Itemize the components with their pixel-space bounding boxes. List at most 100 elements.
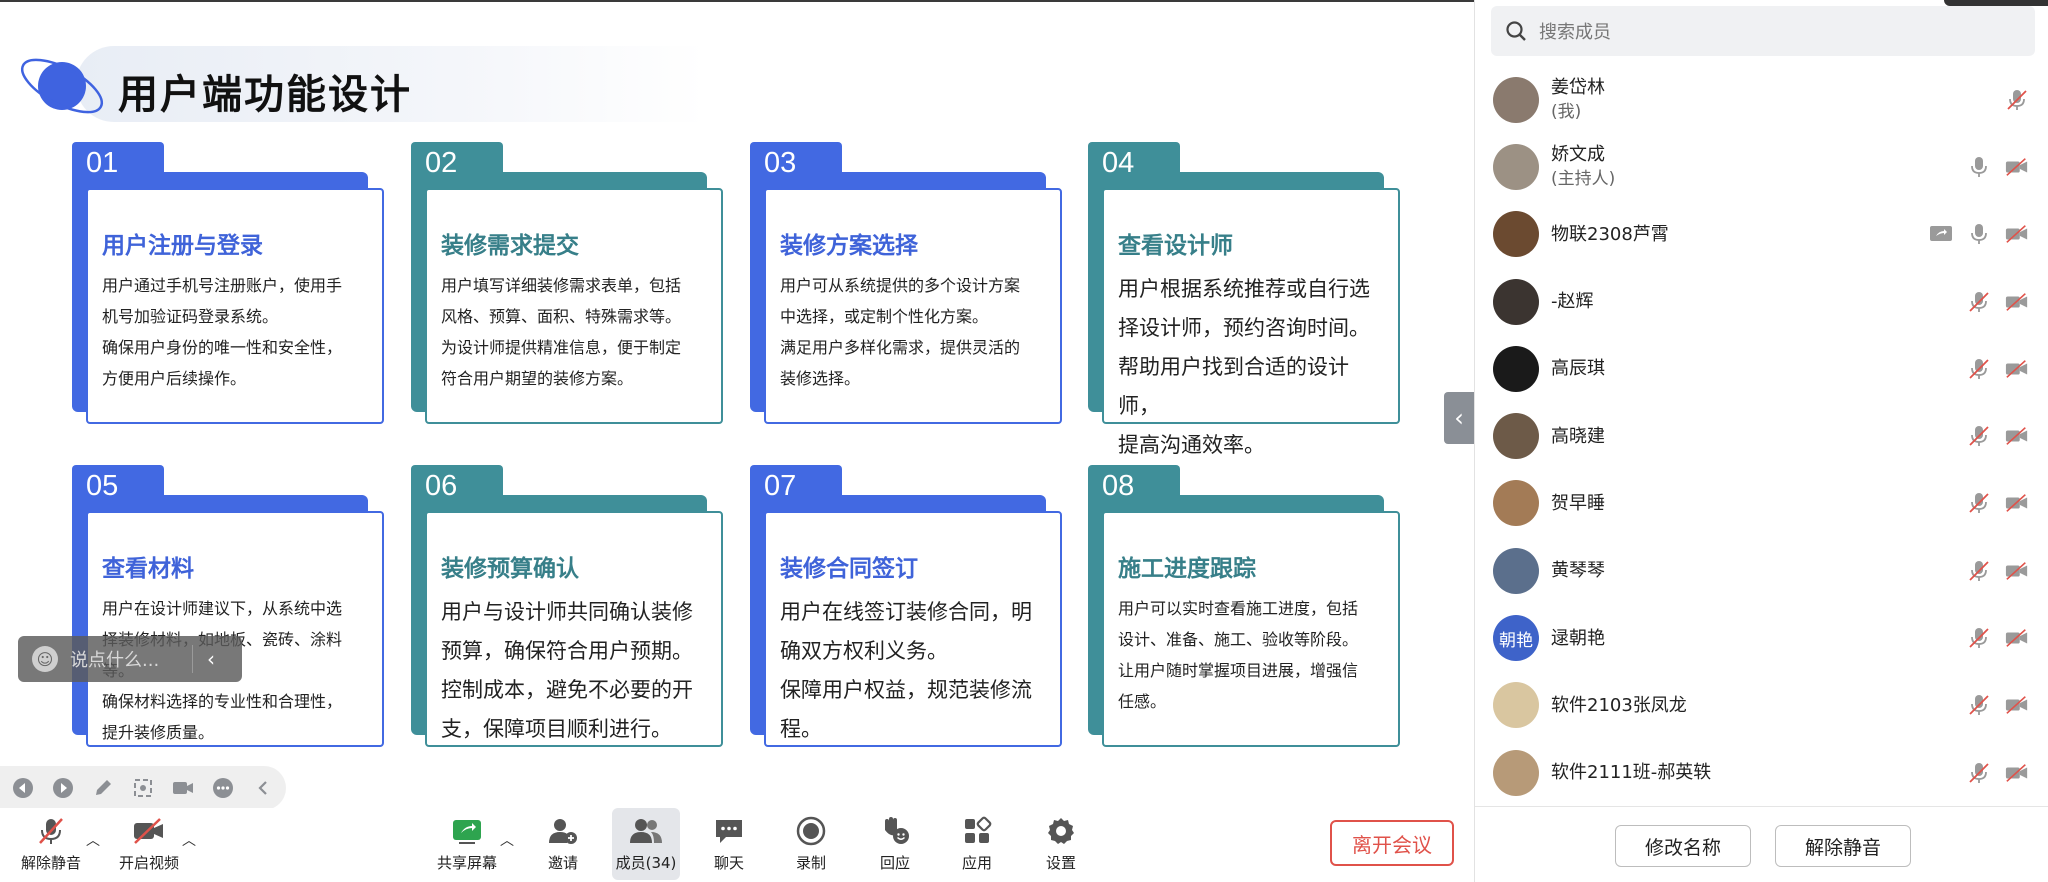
member-row[interactable]: 软件2111班-郝英轶 <box>1475 739 2048 806</box>
floating-chat-input[interactable]: ☺ 说点什么... ‹ <box>18 636 242 682</box>
card-body: 装修需求提交 用户填写详细装修需求表单，包括 风格、预算、面积、特殊需求等。 为设计师… <box>425 188 723 424</box>
video-options-caret[interactable]: ︿ <box>182 830 196 850</box>
camera-off-icon[interactable] <box>2005 424 2029 448</box>
member-role: (主持人) <box>1551 168 1616 189</box>
slide-title-area: 用户端功能设计 <box>14 44 706 124</box>
collapse-toolbar-icon[interactable] <box>250 775 276 801</box>
card-title: 装修需求提交 <box>441 233 579 259</box>
card-text-line: 用户可以实时查看施工进度，包括 <box>1118 599 1359 618</box>
chat-button[interactable]: 聊天 <box>692 808 766 880</box>
divider <box>192 645 193 673</box>
member-row[interactable]: 娇文成 (主持人) <box>1475 133 2048 200</box>
card-text-line: 设计、准备、施工、验收等阶段。 <box>1118 630 1359 649</box>
members-panel: 搜索成员 姜岱林 (我) 娇文成 (主持人) 物联2308芦霄 -赵辉 高辰琪 高晓建 贺早睡黄… <box>1474 0 2048 882</box>
avatar <box>1493 749 1539 796</box>
settings-label: 设置 <box>1045 854 1076 872</box>
member-row[interactable]: 姜岱林 (我) <box>1475 66 2048 133</box>
react-button[interactable]: 回应 <box>858 808 932 880</box>
member-row[interactable]: 物联2308芦霄 <box>1475 201 2048 268</box>
members-label: 成员(34) <box>615 854 677 872</box>
leave-meeting-button[interactable]: 离开会议 <box>1330 820 1454 866</box>
apps-button[interactable]: 应用 <box>940 808 1014 880</box>
meeting-window: 用户端功能设计 01 用户注册与登录 用户通过手机号注册账户，使用手 机号加验证码登录… <box>0 0 2048 882</box>
share-screen-label: 共享屏幕 <box>436 854 497 872</box>
member-name-text: 娇文成 <box>1551 143 1605 165</box>
member-search-input[interactable]: 搜索成员 <box>1491 6 2035 56</box>
member-row[interactable]: 黄琴琴 <box>1475 537 2048 604</box>
camera-off-icon[interactable] <box>2005 357 2029 381</box>
reaction-hand-icon <box>885 817 909 844</box>
camera-off-icon[interactable] <box>2005 491 2029 515</box>
camera-off-icon[interactable] <box>2005 222 2029 246</box>
feature-card: 08 施工进度跟踪 用户可以实时查看施工进度，包括 设计、准备、施工、验收等阶段。 让用… <box>1088 465 1400 747</box>
record-button[interactable]: 录制 <box>774 808 848 880</box>
camera-off-icon[interactable] <box>2005 693 2029 717</box>
card-text: 用户通过手机号注册账户，使用手 机号加验证码登录系统。 确保用户身份的唯一性和安全性… <box>102 270 368 394</box>
unmute-label: 解除静音 <box>20 854 81 872</box>
member-name-text: 姜岱林 <box>1551 76 1605 98</box>
share-screen-button[interactable]: 共享屏幕 <box>430 808 504 880</box>
member-row[interactable]: 高辰琪 <box>1475 335 2048 402</box>
pen-icon[interactable] <box>90 775 116 801</box>
mic-muted-icon[interactable] <box>1967 559 1991 583</box>
settings-button[interactable]: 设置 <box>1024 808 1098 880</box>
card-title: 装修方案选择 <box>780 233 918 259</box>
member-row[interactable]: 高晓建 <box>1475 402 2048 469</box>
member-row[interactable]: -赵辉 <box>1475 268 2048 335</box>
member-status-icons <box>1967 693 2029 717</box>
member-status-icons <box>1967 626 2029 650</box>
card-text: 用户可从系统提供的多个设计方案 中选择，或定制个性化方案。 满足用户多样化需求，提供… <box>780 270 1046 394</box>
card-text-line: 任感。 <box>1118 692 1167 711</box>
more-icon[interactable] <box>210 775 236 801</box>
next-icon[interactable] <box>50 775 76 801</box>
card-text-line: 控制成本，避免不必要的开 <box>441 678 693 702</box>
mic-muted-icon[interactable] <box>1967 357 1991 381</box>
member-name-text: 物联2308芦霄 <box>1551 223 1669 245</box>
camera-icon[interactable] <box>170 775 196 801</box>
camera-off-icon[interactable] <box>2005 626 2029 650</box>
mic-muted-icon[interactable] <box>1967 761 1991 785</box>
camera-off-icon[interactable] <box>2005 155 2029 179</box>
card-text-line: 让用户随时掌握项目进展，增强信 <box>1118 661 1359 680</box>
member-row[interactable]: 软件2103张凤龙 <box>1475 672 2048 739</box>
member-name-text: 黄琴琴 <box>1551 560 1605 582</box>
mic-options-caret[interactable]: ︿ <box>86 830 100 850</box>
camera-off-icon[interactable] <box>2005 761 2029 785</box>
prev-icon[interactable] <box>10 775 36 801</box>
screenshot-icon[interactable] <box>130 775 156 801</box>
mic-muted-icon[interactable] <box>1967 693 1991 717</box>
collapse-panel-button[interactable]: ‹ <box>1444 392 1474 444</box>
chat-placeholder[interactable]: 说点什么... <box>70 646 188 672</box>
member-row[interactable]: 朝艳 逯朝艳 <box>1475 604 2048 671</box>
card-text-line: 帮助用户找到合适的设计师， <box>1118 355 1349 418</box>
emoji-icon[interactable]: ☺ <box>32 646 58 672</box>
feature-card: 06 装修预算确认 用户与设计师共同确认装修 预算，确保符合用户预期。 控制成本，避免不… <box>411 465 723 747</box>
member-row[interactable]: 贺早睡 <box>1475 470 2048 537</box>
card-number: 08 <box>1088 465 1180 505</box>
mic-muted-icon[interactable] <box>1967 290 1991 314</box>
mic-muted-icon[interactable] <box>1967 626 1991 650</box>
rename-button[interactable]: 修改名称 <box>1615 825 1751 867</box>
invite-button[interactable]: 邀请 <box>526 808 600 880</box>
card-text-line: 提高沟通效率。 <box>1118 433 1265 457</box>
share-options-caret[interactable]: ︿ <box>500 830 514 850</box>
members-button[interactable]: 成员(34) <box>612 808 680 880</box>
mic-muted-icon[interactable] <box>1967 491 1991 515</box>
start-video-button[interactable]: 开启视频 <box>112 808 186 880</box>
member-status-icons <box>1967 357 2029 381</box>
mic-icon[interactable] <box>1967 222 1991 246</box>
camera-off-icon[interactable] <box>2005 290 2029 314</box>
mic-muted-icon[interactable] <box>1967 424 1991 448</box>
card-text-line: 中选择，或定制个性化方案。 <box>780 307 989 326</box>
unmute-all-button[interactable]: 解除静音 <box>1775 825 1911 867</box>
search-icon <box>1506 21 1526 41</box>
member-role: (我) <box>1551 101 1582 122</box>
unmute-button[interactable]: 解除静音 <box>14 808 88 880</box>
card-number: 04 <box>1088 142 1180 182</box>
shared-slide: 用户端功能设计 01 用户注册与登录 用户通过手机号注册账户，使用手 机号加验证码登录… <box>0 0 1474 810</box>
chevron-left-icon[interactable]: ‹ <box>207 647 215 671</box>
member-name: 娇文成 (主持人) <box>1551 142 1615 192</box>
mic-muted-icon[interactable] <box>2005 88 2029 112</box>
camera-off-icon[interactable] <box>2005 559 2029 583</box>
mic-icon[interactable] <box>1967 155 1991 179</box>
